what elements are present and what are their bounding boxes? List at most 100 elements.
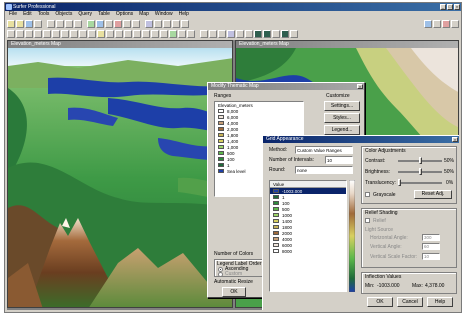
vertical-angle-field[interactable]: 60 <box>422 243 440 250</box>
pan-icon[interactable] <box>16 29 24 38</box>
custom-radio[interactable] <box>218 272 223 277</box>
menu-tools[interactable]: Tools <box>38 11 50 18</box>
print-icon[interactable] <box>34 19 42 28</box>
menu-window[interactable]: Window <box>155 11 173 18</box>
select-icon[interactable] <box>7 29 15 38</box>
polygon-icon[interactable] <box>133 29 141 38</box>
menu-edit[interactable]: Edit <box>23 11 32 18</box>
menu-options[interactable]: Options <box>116 11 133 18</box>
legend-icon[interactable] <box>145 19 153 28</box>
arrange-icon[interactable] <box>442 19 450 28</box>
value-row[interactable]: 8000 <box>270 248 346 254</box>
left-map-window[interactable]: Elevation_meters Map <box>7 40 233 308</box>
save-icon[interactable] <box>25 19 33 28</box>
boundary-icon[interactable] <box>70 29 78 38</box>
graph-icon[interactable] <box>123 19 131 28</box>
maximize-button[interactable]: □ <box>447 4 453 10</box>
brightness-slider-thumb[interactable] <box>418 168 422 175</box>
translucency-slider[interactable] <box>398 182 442 184</box>
new-icon[interactable] <box>7 19 15 28</box>
marquee-icon[interactable] <box>43 29 51 38</box>
reshape-icon[interactable] <box>178 29 186 38</box>
measure-icon[interactable] <box>290 29 298 38</box>
tile-icon[interactable] <box>424 19 432 28</box>
contrast-slider-thumb[interactable] <box>418 157 422 164</box>
region-icon[interactable] <box>272 29 280 38</box>
menu-file[interactable]: File <box>9 11 17 18</box>
text-icon[interactable] <box>160 29 168 38</box>
thematic-ok-button[interactable]: OK <box>222 287 246 297</box>
menu-map[interactable]: Map <box>139 11 149 18</box>
rectangle-icon[interactable] <box>151 29 159 38</box>
round-select[interactable]: none <box>295 166 353 174</box>
table-icon[interactable] <box>96 19 104 28</box>
method-select[interactable]: Custom Value Ranges <box>295 146 353 154</box>
symbol-icon[interactable] <box>97 29 105 38</box>
relief-icon[interactable] <box>245 29 253 38</box>
settings-button[interactable]: Settings... <box>324 101 360 111</box>
copy-icon[interactable] <box>56 19 64 28</box>
frame-icon[interactable] <box>169 29 177 38</box>
vertical-scale-field[interactable]: 10 <box>422 253 440 260</box>
refresh-icon[interactable] <box>451 19 459 28</box>
cut-icon[interactable] <box>47 19 55 28</box>
reset-adjustments-button[interactable]: Reset Adj. <box>414 190 452 199</box>
ellipse-icon[interactable] <box>142 29 150 38</box>
translucency-slider-thumb[interactable] <box>398 179 401 186</box>
thematic-dialog-close-button[interactable]: × <box>357 84 363 89</box>
line-icon[interactable] <box>106 29 114 38</box>
color-swatch <box>273 231 279 235</box>
open-icon[interactable] <box>16 19 24 28</box>
query-icon[interactable] <box>105 19 113 28</box>
statistics-icon[interactable] <box>154 19 162 28</box>
grid-help-button[interactable]: Help <box>427 297 453 307</box>
grid-info-icon[interactable] <box>200 29 208 38</box>
range-label: 4,000 <box>227 120 239 126</box>
menu-table[interactable]: Table <box>98 11 110 18</box>
zoom-out-icon[interactable] <box>34 29 42 38</box>
vertical-map-icon[interactable] <box>254 29 262 38</box>
minimize-button[interactable]: _ <box>440 4 446 10</box>
intervals-field[interactable]: 10 <box>325 156 353 164</box>
label-icon[interactable] <box>79 29 87 38</box>
horizontal-angle-field[interactable]: 300 <box>422 234 440 241</box>
min-value: -1003.000 <box>377 283 400 289</box>
zoom-in-icon[interactable] <box>25 29 33 38</box>
drag-icon[interactable] <box>88 29 96 38</box>
close-button[interactable]: × <box>454 4 460 10</box>
layout-icon[interactable] <box>132 19 140 28</box>
viewshed-icon[interactable] <box>281 29 289 38</box>
color-adjustments-group: Color Adjustments Contrast: 50% Brightne… <box>361 146 457 204</box>
range-label: 2000 <box>282 230 293 236</box>
hotlink-icon[interactable] <box>218 29 226 38</box>
menu-help[interactable]: Help <box>179 11 189 18</box>
grid-ok-button[interactable]: OK <box>367 297 393 307</box>
info-icon[interactable] <box>163 19 171 28</box>
paste-icon[interactable] <box>65 19 73 28</box>
layer-icon[interactable] <box>87 19 95 28</box>
contour-icon[interactable] <box>236 29 244 38</box>
ruler-icon[interactable] <box>172 19 180 28</box>
radius-icon[interactable] <box>52 29 60 38</box>
relief-checkbox[interactable] <box>365 218 370 223</box>
value-list[interactable]: Value -1003.000 1 100 500 1000 1400 1800 2000 40… <box>269 180 347 292</box>
grid-dialog-close-button[interactable]: × <box>452 137 458 142</box>
thematic-icon[interactable] <box>114 19 122 28</box>
styles-button[interactable]: Styles... <box>324 113 360 123</box>
grayscale-checkbox[interactable] <box>365 192 370 197</box>
menu-objects[interactable]: Objects <box>55 11 72 18</box>
polygon-select-icon[interactable] <box>61 29 69 38</box>
arc-icon[interactable] <box>124 29 132 38</box>
add-node-icon[interactable] <box>187 29 195 38</box>
cascade-icon[interactable] <box>433 19 441 28</box>
polyline-icon[interactable] <box>115 29 123 38</box>
grid-cancel-button[interactable]: Cancel <box>397 297 423 307</box>
menu-query[interactable]: Query <box>78 11 92 18</box>
left-map-view[interactable] <box>8 48 232 307</box>
undo-icon[interactable] <box>74 19 82 28</box>
grid-manager-icon[interactable] <box>263 29 271 38</box>
3d-view-icon[interactable] <box>227 29 235 38</box>
cross-section-icon[interactable] <box>209 29 217 38</box>
help-icon[interactable] <box>181 19 189 28</box>
legend-button[interactable]: Legend... <box>324 125 360 135</box>
